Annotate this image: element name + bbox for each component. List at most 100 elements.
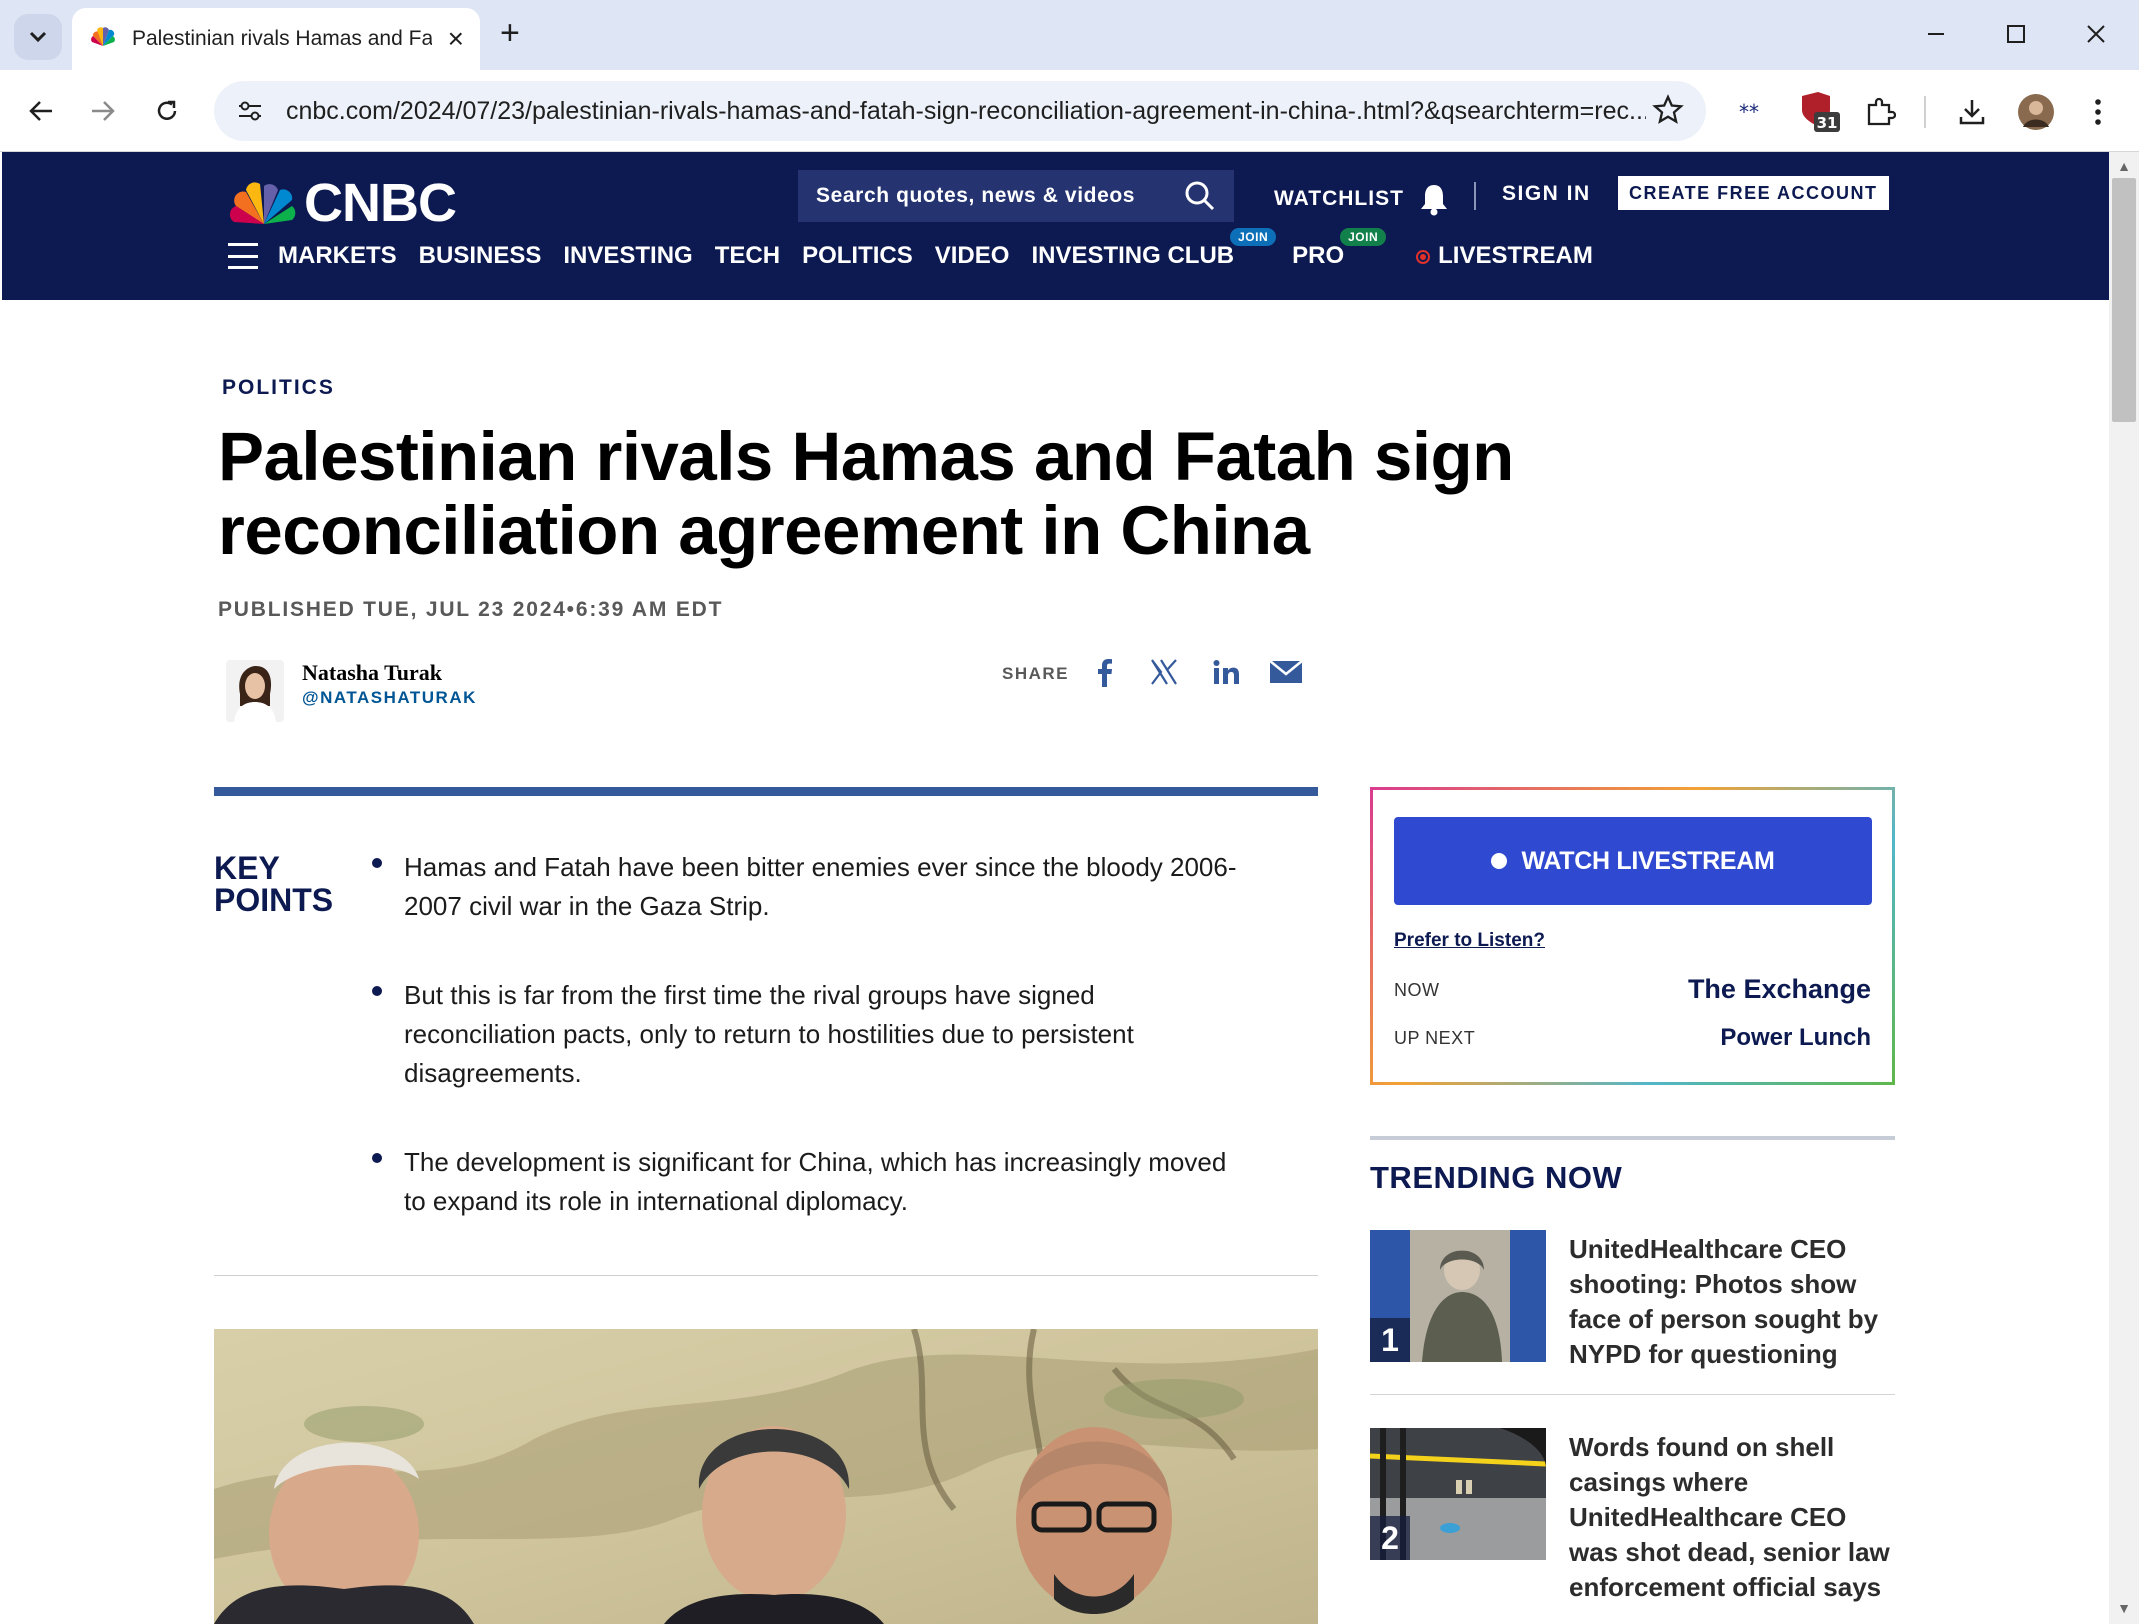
header-divider <box>1474 182 1476 210</box>
watchlist-link[interactable]: WATCHLIST <box>1274 182 1450 216</box>
scroll-down-arrow-icon[interactable]: ▼ <box>2116 1600 2132 1616</box>
svg-text:**: ** <box>1739 102 1759 122</box>
back-button[interactable] <box>18 88 64 134</box>
x-share-icon[interactable] <box>1144 654 1184 690</box>
trending-headline[interactable]: Words found on shell casings where Unite… <box>1569 1430 1899 1605</box>
minimize-button[interactable] <box>1906 14 1966 54</box>
nav-investing-club-label: INVESTING CLUB <box>1031 242 1235 269</box>
share-label: SHARE <box>1002 664 1070 683</box>
watch-livestream-button[interactable]: WATCH LIVESTREAM <box>1394 817 1872 905</box>
toolbar-divider <box>1924 96 1926 128</box>
key-points-title: KEY POINTS <box>214 852 333 916</box>
chevron-down-icon <box>29 31 47 43</box>
browser-tabstrip: Palestinian rivals Hamas and Fatah sign … <box>0 0 2139 70</box>
nav-tech[interactable]: TECH <box>715 242 780 270</box>
trending-rank: 1 <box>1370 1318 1410 1362</box>
join-badge-pro: JOIN <box>1340 228 1387 246</box>
cnbc-favicon-icon <box>91 27 115 46</box>
nbc-peacock-icon <box>229 182 296 224</box>
tab-title: Palestinian rivals Hamas and Fatah sign <box>132 27 432 50</box>
new-tab-button[interactable]: + <box>500 16 520 50</box>
url-text: cnbc.com/2024/07/23/palestinian-rivals-h… <box>286 96 1646 125</box>
trending-thumbnail[interactable]: 1 <box>1370 1230 1546 1362</box>
sign-in-link[interactable]: SIGN IN <box>1502 182 1591 206</box>
main-navigation: MARKETS BUSINESS INVESTING TECH POLITICS… <box>228 228 1615 270</box>
extension-stars-icon[interactable]: ** <box>1730 90 1774 134</box>
cnbc-logo[interactable]: CNBC <box>228 172 457 234</box>
facebook-share-icon[interactable] <box>1084 654 1124 690</box>
tab-close-icon[interactable]: × <box>448 25 464 53</box>
trending-thumbnail[interactable]: 2 <box>1370 1428 1546 1560</box>
watch-livestream-label: WATCH LIVESTREAM <box>1521 846 1775 875</box>
nav-politics[interactable]: POLITICS <box>802 242 913 270</box>
up-next-show-link[interactable]: Power Lunch <box>1720 1024 1871 1052</box>
email-share-icon[interactable] <box>1266 654 1306 690</box>
nav-livestream[interactable]: LIVESTREAM <box>1416 242 1593 270</box>
nav-investing-club[interactable]: INVESTING CLUB JOIN <box>1031 228 1277 270</box>
nav-pro[interactable]: PRO JOIN <box>1292 228 1387 270</box>
bell-icon <box>1420 185 1447 216</box>
active-tab[interactable]: Palestinian rivals Hamas and Fatah sign … <box>72 8 480 70</box>
nav-business[interactable]: BUSINESS <box>419 242 542 270</box>
trending-now-title: TRENDING NOW <box>1370 1160 1623 1195</box>
trending-top-rule <box>1370 1136 1895 1140</box>
tab-search-button[interactable] <box>14 14 62 60</box>
nav-investing[interactable]: INVESTING <box>563 242 692 270</box>
logo-wordmark: CNBC <box>304 173 457 233</box>
key-point-item: The development is significant for China… <box>372 1143 1242 1221</box>
scroll-up-arrow-icon[interactable]: ▲ <box>2116 158 2132 174</box>
tune-icon <box>239 101 261 121</box>
search-placeholder: Search quotes, news & videos <box>816 184 1136 207</box>
browser-menu-icon[interactable] <box>2076 90 2120 134</box>
extension-shield-icon[interactable]: 31 <box>1796 90 1840 134</box>
reload-button[interactable] <box>144 88 190 134</box>
key-points-top-rule <box>214 787 1318 796</box>
key-point-item: Hamas and Fatah have been bitter enemies… <box>372 848 1242 926</box>
prefer-to-listen-link[interactable]: Prefer to Listen? <box>1394 930 1545 952</box>
key-points-title-line1: KEY <box>214 850 280 886</box>
extensions-puzzle-icon[interactable] <box>1858 90 1902 134</box>
linkedin-share-icon[interactable] <box>1206 654 1246 690</box>
nav-pro-label: PRO <box>1292 242 1345 269</box>
trending-item[interactable]: 1 UnitedHealthcare CEO shooting: Photos … <box>1370 1230 1895 1370</box>
join-badge: JOIN <box>1230 228 1277 246</box>
scrollbar-thumb[interactable] <box>2112 178 2136 422</box>
forward-button[interactable] <box>80 88 126 134</box>
watchlist-label: WATCHLIST <box>1274 187 1404 210</box>
trending-item[interactable]: 2 Words found on shell casings where Uni… <box>1370 1428 1895 1624</box>
reload-icon <box>157 100 177 120</box>
livestream-widget: WATCH LIVESTREAM Prefer to Listen? NOW T… <box>1370 787 1895 1085</box>
create-account-button[interactable]: CREATE FREE ACCOUNT <box>1618 176 1889 210</box>
address-bar[interactable]: cnbc.com/2024/07/23/palestinian-rivals-h… <box>214 81 1706 141</box>
profile-avatar[interactable] <box>2014 90 2058 134</box>
article-headline: Palestinian rivals Hamas and Fatah sign … <box>218 418 1514 569</box>
trending-rank: 2 <box>1370 1516 1410 1560</box>
bookmark-star-icon[interactable] <box>1652 94 1684 131</box>
search-input[interactable]: Search quotes, news & videos <box>798 170 1234 222</box>
published-date: PUBLISHED TUE, JUL 23 2024•6:39 AM EDT <box>218 598 724 621</box>
downloads-icon[interactable] <box>1950 90 1994 134</box>
hero-image[interactable] <box>214 1329 1318 1624</box>
live-dot-icon <box>1491 853 1508 869</box>
search-icon[interactable] <box>1184 180 1216 212</box>
trending-headline[interactable]: UnitedHealthcare CEO shooting: Photos sh… <box>1569 1232 1899 1372</box>
maximize-icon <box>2007 25 2025 43</box>
browser-toolbar: cnbc.com/2024/07/23/palestinian-rivals-h… <box>0 70 2139 152</box>
hamburger-menu-icon[interactable] <box>228 243 258 269</box>
nav-video[interactable]: VIDEO <box>935 242 1010 270</box>
nav-markets[interactable]: MARKETS <box>278 242 397 270</box>
close-window-button[interactable] <box>2066 14 2126 54</box>
key-points-title-line2: POINTS <box>214 882 334 918</box>
back-arrow-icon <box>29 101 52 121</box>
extension-badge: 31 <box>1817 114 1838 132</box>
minimize-icon <box>1928 33 1944 35</box>
now-label: NOW <box>1394 980 1440 1000</box>
maximize-button[interactable] <box>1986 14 2046 54</box>
author-handle[interactable]: @NATASHATURAK <box>302 688 477 708</box>
author-name[interactable]: Natasha Turak <box>302 660 442 686</box>
section-eyebrow[interactable]: POLITICS <box>222 376 335 400</box>
author-photo[interactable] <box>226 660 284 722</box>
site-info-button[interactable] <box>228 89 272 133</box>
now-show-link[interactable]: The Exchange <box>1688 974 1871 1005</box>
key-points-list: Hamas and Fatah have been bitter enemies… <box>372 848 1242 1271</box>
